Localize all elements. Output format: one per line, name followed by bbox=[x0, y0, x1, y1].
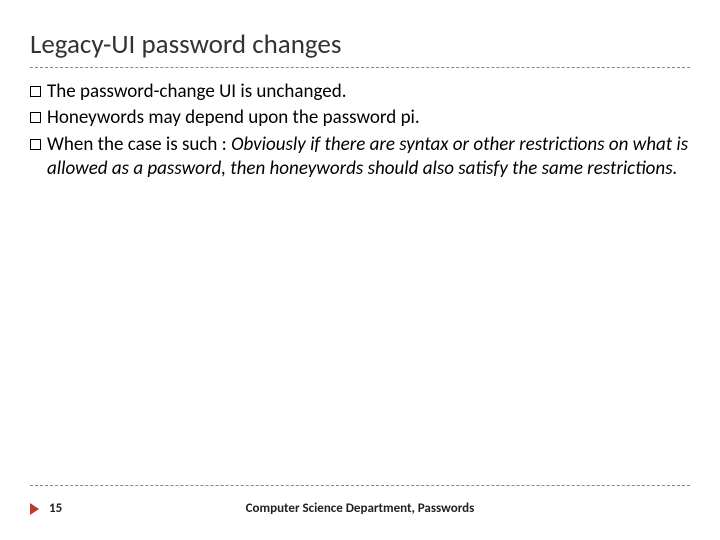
page-number: 15 bbox=[49, 501, 62, 516]
bullet-text: Honeywords may depend upon the password … bbox=[47, 106, 690, 130]
bullet-item: Honeywords may depend upon the password … bbox=[30, 106, 690, 130]
slide-body: The password-change UI is unchanged. Hon… bbox=[30, 80, 690, 181]
bullet-item: The password-change UI is unchanged. bbox=[30, 80, 690, 104]
footer: 15 Computer Science Department, Password… bbox=[30, 501, 690, 516]
bullet-item: When the case is such : Obviously if the… bbox=[30, 133, 690, 182]
bullet-lead: When the case is such : bbox=[47, 133, 231, 156]
square-bullet-icon bbox=[30, 139, 41, 150]
slide-title: Legacy-UI password changes bbox=[30, 28, 690, 68]
bullet-text: When the case is such : Obviously if the… bbox=[47, 133, 690, 182]
footer-divider bbox=[30, 485, 690, 486]
square-bullet-icon bbox=[30, 112, 41, 123]
slide: Legacy-UI password changes The password-… bbox=[0, 0, 720, 540]
bullet-text: The password-change UI is unchanged. bbox=[47, 80, 690, 104]
triangle-marker-icon bbox=[30, 503, 39, 515]
square-bullet-icon bbox=[30, 86, 41, 97]
footer-text: Computer Science Department, Passwords bbox=[30, 501, 690, 516]
